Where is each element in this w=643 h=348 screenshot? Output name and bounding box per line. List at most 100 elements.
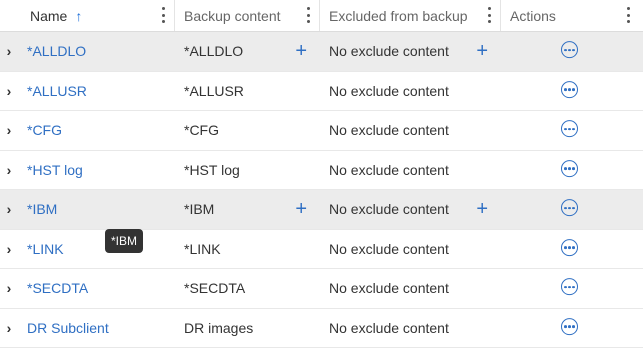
- excluded-content-text: No exclude content: [329, 43, 449, 59]
- more-actions-icon[interactable]: [561, 160, 578, 177]
- expand-row-chevron-icon[interactable]: ›: [0, 230, 18, 269]
- column-header-excluded[interactable]: Excluded from backup: [319, 0, 500, 31]
- sort-ascending-icon[interactable]: ↑: [75, 8, 82, 24]
- actions-cell: [500, 151, 643, 190]
- expand-row-chevron-icon[interactable]: ›: [0, 309, 18, 348]
- excluded-content-text: No exclude content: [329, 241, 449, 257]
- add-backup-content-plus-icon[interactable]: +: [295, 41, 307, 61]
- subclient-table: Name ↑ Backup content Excluded from back…: [0, 0, 643, 348]
- table-row[interactable]: › *LINK *LINK No exclude content: [0, 230, 643, 270]
- table-row[interactable]: › DR Subclient DR images No exclude content: [0, 309, 643, 348]
- backup-content-text: DR images: [184, 320, 253, 336]
- excluded-cell: No exclude content: [319, 269, 500, 308]
- actions-cell: [500, 309, 643, 348]
- actions-cell: [500, 32, 643, 71]
- name-column-menu-icon[interactable]: [162, 7, 166, 23]
- more-actions-icon[interactable]: [561, 81, 578, 98]
- name-cell: *HST log: [18, 151, 174, 190]
- actions-cell: [500, 190, 643, 229]
- table-row[interactable]: › *CFG *CFG No exclude content: [0, 111, 643, 151]
- backup-content-cell: *HST log: [174, 151, 319, 190]
- excluded-content-text: No exclude content: [329, 320, 449, 336]
- subclient-name-link[interactable]: *ALLUSR: [27, 83, 87, 99]
- table-row[interactable]: › *HST log *HST log No exclude content: [0, 151, 643, 191]
- backup-content-text: *SECDTA: [184, 280, 245, 296]
- backup-content-cell: *CFG: [174, 111, 319, 150]
- expand-row-chevron-icon[interactable]: ›: [0, 190, 18, 229]
- name-cell: *CFG: [18, 111, 174, 150]
- actions-cell: [500, 269, 643, 308]
- column-header-name[interactable]: Name ↑: [18, 0, 174, 31]
- expand-row-chevron-icon[interactable]: ›: [0, 32, 18, 71]
- more-actions-icon[interactable]: [561, 41, 578, 58]
- add-exclude-content-plus-icon[interactable]: +: [476, 199, 488, 219]
- more-actions-icon[interactable]: [561, 199, 578, 216]
- backup-content-text: *IBM: [184, 201, 214, 217]
- excluded-content-text: No exclude content: [329, 280, 449, 296]
- excluded-cell: No exclude content: [319, 111, 500, 150]
- name-cell: DR Subclient: [18, 309, 174, 348]
- more-actions-icon[interactable]: [561, 239, 578, 256]
- table-body: › *ALLDLO *ALLDLO + No exclude content + › *ALL…: [0, 32, 643, 348]
- backup-content-cell: *LINK: [174, 230, 319, 269]
- expand-row-chevron-icon[interactable]: ›: [0, 111, 18, 150]
- backup-content-cell: *ALLDLO +: [174, 32, 319, 71]
- table-row[interactable]: › *ALLUSR *ALLUSR No exclude content: [0, 72, 643, 112]
- excluded-content-text: No exclude content: [329, 83, 449, 99]
- excluded-content-text: No exclude content: [329, 162, 449, 178]
- actions-cell: [500, 72, 643, 111]
- excluded-cell: No exclude content: [319, 151, 500, 190]
- column-header-excluded-label: Excluded from backup: [329, 8, 468, 24]
- column-header-backup-content[interactable]: Backup content: [174, 0, 319, 31]
- name-cell: *ALLDLO: [18, 32, 174, 71]
- expand-row-chevron-icon[interactable]: ›: [0, 72, 18, 111]
- column-header-backup-label: Backup content: [184, 8, 281, 24]
- excluded-cell: No exclude content +: [319, 190, 500, 229]
- table-row[interactable]: › *IBM *IBM + No exclude content +: [0, 190, 643, 230]
- add-backup-content-plus-icon[interactable]: +: [295, 199, 307, 219]
- actions-column-menu-icon[interactable]: [627, 7, 631, 23]
- table-header: Name ↑ Backup content Excluded from back…: [0, 0, 643, 32]
- table-row[interactable]: › *SECDTA *SECDTA No exclude content: [0, 269, 643, 309]
- subclient-name-link[interactable]: *SECDTA: [27, 280, 88, 296]
- subclient-name-link[interactable]: DR Subclient: [27, 320, 109, 336]
- backup-content-text: *ALLUSR: [184, 83, 244, 99]
- excluded-content-text: No exclude content: [329, 122, 449, 138]
- actions-cell: [500, 111, 643, 150]
- subclient-name-link[interactable]: *IBM: [27, 201, 57, 217]
- more-actions-icon[interactable]: [561, 120, 578, 137]
- table-row[interactable]: › *ALLDLO *ALLDLO + No exclude content +: [0, 32, 643, 72]
- actions-cell: [500, 230, 643, 269]
- backup-column-menu-icon[interactable]: [307, 7, 311, 23]
- subclient-name-link[interactable]: *LINK: [27, 241, 64, 257]
- more-actions-icon[interactable]: [561, 278, 578, 295]
- subclient-name-link[interactable]: *CFG: [27, 122, 62, 138]
- excluded-cell: No exclude content: [319, 230, 500, 269]
- subclient-name-link[interactable]: *ALLDLO: [27, 43, 86, 59]
- name-cell: *LINK: [18, 230, 174, 269]
- expand-row-chevron-icon[interactable]: ›: [0, 269, 18, 308]
- backup-content-cell: *IBM +: [174, 190, 319, 229]
- name-cell: *IBM: [18, 190, 174, 229]
- column-header-actions: Actions: [500, 0, 643, 31]
- excluded-column-menu-icon[interactable]: [488, 7, 492, 23]
- excluded-content-text: No exclude content: [329, 201, 449, 217]
- backup-content-text: *CFG: [184, 122, 219, 138]
- excluded-cell: No exclude content +: [319, 32, 500, 71]
- subclient-name-link[interactable]: *HST log: [27, 162, 83, 178]
- backup-content-cell: DR images: [174, 309, 319, 348]
- add-exclude-content-plus-icon[interactable]: +: [476, 41, 488, 61]
- column-header-name-label: Name: [30, 8, 67, 24]
- name-tooltip: *IBM: [105, 229, 143, 253]
- backup-content-text: *ALLDLO: [184, 43, 243, 59]
- expand-row-chevron-icon[interactable]: ›: [0, 151, 18, 190]
- excluded-cell: No exclude content: [319, 72, 500, 111]
- backup-content-text: *HST log: [184, 162, 240, 178]
- name-cell: *ALLUSR: [18, 72, 174, 111]
- backup-content-cell: *ALLUSR: [174, 72, 319, 111]
- backup-content-text: *LINK: [184, 241, 221, 257]
- more-actions-icon[interactable]: [561, 318, 578, 335]
- excluded-cell: No exclude content: [319, 309, 500, 348]
- backup-content-cell: *SECDTA: [174, 269, 319, 308]
- column-header-actions-label: Actions: [510, 8, 556, 24]
